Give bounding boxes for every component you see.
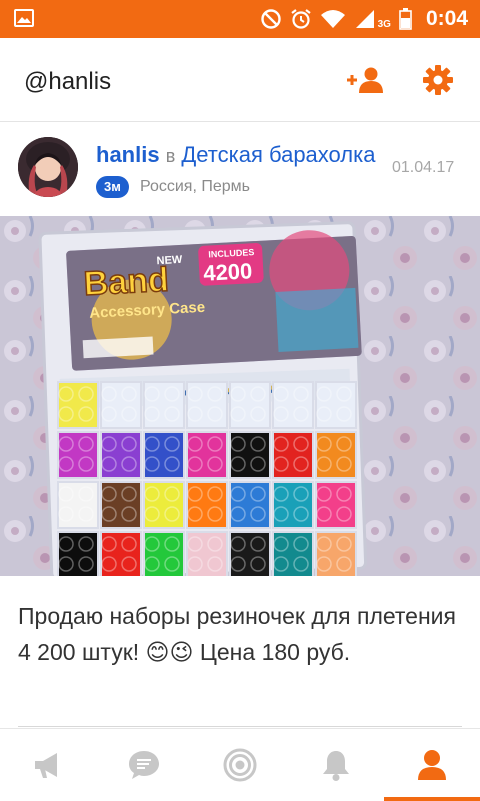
author-location: Россия, Пермь [140,178,250,195]
box-count: 4200 [203,258,253,286]
post-title-line: hanlis в Детская барахолка [96,142,386,168]
nav-notifications[interactable] [288,729,384,801]
gear-icon[interactable] [422,64,454,96]
profile-icon [418,750,446,780]
band-compartment [143,531,185,576]
target-icon [223,748,257,782]
battery-icon [399,8,412,30]
avatar[interactable] [18,137,78,197]
wifi-icon [320,10,345,28]
band-compartment [315,531,357,576]
group-link[interactable]: Детская барахолка [181,142,375,167]
author-link[interactable]: hanlis [96,142,160,167]
profile-header: @hanlis [0,38,480,122]
band-compartment [57,531,99,576]
status-bar: 3G 0:04 [0,0,480,38]
post-photo[interactable]: Band Accessory Case NEW INCLUDES 4200 [0,216,480,576]
chat-icon [129,751,159,779]
do-not-disturb-icon [260,9,281,29]
megaphone-icon [35,753,57,778]
post-date: 01.04.17 [392,159,455,176]
nav-events[interactable] [0,729,96,801]
signal-icon [355,10,374,28]
band-compartment [229,531,271,576]
bell-icon [323,751,349,781]
post-header: hanlis в Детская барахолка 01.04.17 3м Р… [0,122,480,216]
profile-handle: @hanlis [24,68,112,95]
band-compartment [186,531,228,576]
add-friend-icon[interactable] [344,65,384,95]
box-new-badge: NEW [156,254,183,267]
age-badge: 3м [96,176,129,198]
clock: 0:04 [425,7,468,30]
alarm-icon [290,9,311,29]
image-icon [14,9,34,27]
in-word: в [165,146,176,166]
divider [18,726,462,727]
band-compartment [100,531,142,576]
nav-profile[interactable] [384,729,480,801]
nav-messages[interactable] [96,729,192,801]
post-text: Продаю наборы резиночек для плетения 4 2… [18,603,456,665]
nav-discussions[interactable] [192,729,288,801]
network-type: 3G [377,18,391,30]
bottom-nav [0,728,480,801]
band-compartment [272,531,314,576]
rubber-bands-grid [57,381,357,576]
